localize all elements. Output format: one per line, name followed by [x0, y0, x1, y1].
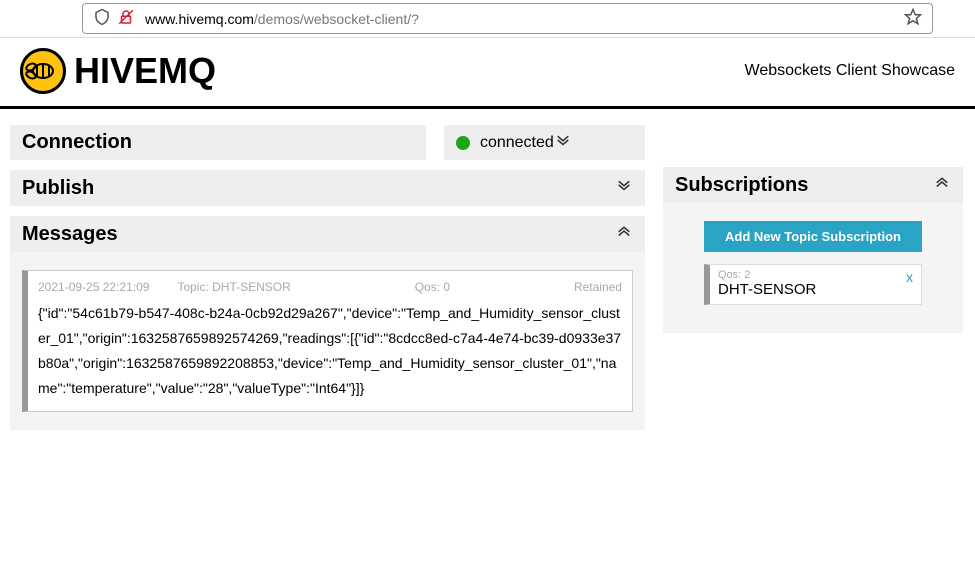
remove-subscription-button[interactable]: x	[906, 269, 913, 285]
message-timestamp: 2021-09-25 22:21:09	[38, 277, 149, 299]
connection-title: Connection	[22, 131, 132, 154]
subscription-topic: DHT-SENSOR	[718, 281, 913, 298]
status-dot-icon	[456, 136, 470, 150]
connection-panel-header[interactable]: Connection	[10, 125, 426, 160]
brand-text: HIVEMQ	[74, 50, 216, 92]
connection-status-bar[interactable]: connected	[444, 125, 645, 160]
subscriptions-panel-body: Add New Topic Subscription Qos: 2 DHT-SE…	[663, 203, 963, 333]
chevron-up-icon[interactable]	[615, 222, 633, 246]
address-bar: www.hivemq.com /demos/websocket-client/?	[0, 0, 975, 38]
message-retained: Retained	[574, 277, 622, 299]
brand-logo[interactable]: HIVEMQ	[20, 48, 216, 94]
url-field[interactable]: www.hivemq.com /demos/websocket-client/?	[82, 3, 933, 34]
publish-title: Publish	[22, 177, 94, 200]
publish-panel-header[interactable]: Publish	[10, 170, 645, 206]
messages-panel-header[interactable]: Messages	[10, 216, 645, 252]
subscriptions-title: Subscriptions	[675, 174, 808, 197]
shield-icon	[93, 8, 111, 29]
message-topic: Topic: DHT-SENSOR	[177, 277, 290, 299]
page-header: HIVEMQ Websockets Client Showcase	[0, 38, 975, 109]
showcase-label: Websockets Client Showcase	[745, 62, 955, 80]
add-subscription-button[interactable]: Add New Topic Subscription	[704, 221, 922, 252]
url-path: /demos/websocket-client/?	[254, 11, 419, 27]
connection-status-text: connected	[480, 134, 554, 152]
message-qos: Qos: 0	[415, 277, 450, 299]
subscription-item: Qos: 2 DHT-SENSOR x	[704, 264, 922, 305]
bee-icon	[20, 48, 66, 94]
lock-strike-icon	[117, 8, 135, 29]
messages-title: Messages	[22, 223, 118, 246]
message-payload: {"id":"54c61b79-b547-408c-b24a-0cb92d29a…	[38, 301, 622, 402]
messages-panel-body: 2021-09-25 22:21:09 Topic: DHT-SENSOR Qo…	[10, 252, 645, 430]
url-host: www.hivemq.com	[145, 11, 254, 27]
subscription-qos: Qos: 2	[718, 269, 913, 281]
bookmark-star-icon[interactable]	[904, 8, 922, 29]
message-item: 2021-09-25 22:21:09 Topic: DHT-SENSOR Qo…	[22, 270, 633, 412]
chevron-down-icon[interactable]	[554, 131, 572, 154]
subscriptions-panel-header[interactable]: Subscriptions	[663, 167, 963, 203]
chevron-down-icon[interactable]	[615, 176, 633, 200]
chevron-up-icon[interactable]	[933, 173, 951, 197]
